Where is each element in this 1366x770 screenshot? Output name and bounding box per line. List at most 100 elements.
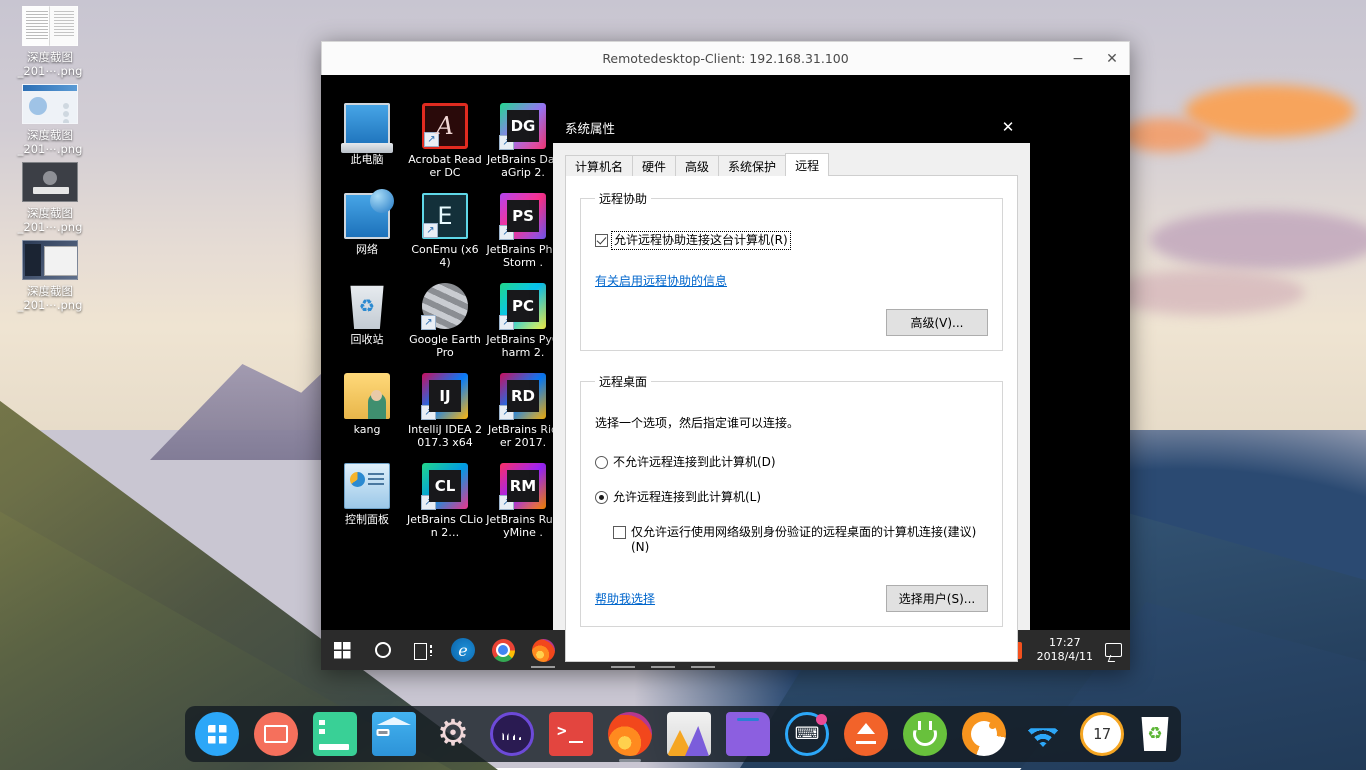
allow-remote-row[interactable]: 允许远程连接到此计算机(L) bbox=[595, 490, 988, 505]
file-label-line1: 深度截图 bbox=[0, 128, 100, 142]
dialog-titlebar[interactable]: 系统属性 ✕ bbox=[553, 111, 1030, 143]
desktop-icon-label: IntelliJ IDEA 2017.3 x64 bbox=[407, 423, 483, 449]
desktop-icon-datagrip[interactable]: ↗ JetBrains DataGrip 2. bbox=[485, 93, 561, 183]
deny-remote-row[interactable]: 不允许远程连接到此计算机(D) bbox=[595, 455, 988, 470]
desktop-icon-acrobat-reader[interactable]: ↗ Acrobat Reader DC bbox=[407, 93, 483, 183]
allow-remote-radio[interactable] bbox=[595, 491, 608, 504]
recycle-bin-icon bbox=[344, 283, 390, 329]
desktop-icon-rubymine[interactable]: ↗ JetBrains RubyMine . bbox=[485, 453, 561, 543]
dock-launcher[interactable] bbox=[195, 712, 239, 756]
cloud-decoration bbox=[1120, 118, 1210, 152]
desktop-file-item[interactable]: 深度截图 _201⋯.png bbox=[0, 0, 100, 78]
jetbrains-datagrip-icon: ↗ bbox=[500, 103, 546, 149]
shortcut-arrow-icon: ↗ bbox=[499, 135, 514, 150]
allow-remote-label[interactable]: 允许远程连接到此计算机(L) bbox=[613, 490, 761, 505]
desktop-file-label: 深度截图 _201⋯.png bbox=[0, 128, 100, 156]
rdp-titlebar[interactable]: Remotedesktop-Client: 192.168.31.100 − ✕ bbox=[321, 41, 1130, 75]
file-label-line2: _201⋯.png bbox=[0, 64, 100, 78]
desktop-icon-network[interactable]: 网络 bbox=[329, 183, 405, 273]
tab-system-protection[interactable]: 系统保护 bbox=[718, 155, 786, 176]
dock-file-manager[interactable] bbox=[313, 712, 357, 756]
desktop-icon-kang-folder[interactable]: kang bbox=[329, 363, 405, 453]
remote-desktop-hint: 选择一个选项，然后指定谁可以连接。 bbox=[595, 414, 988, 431]
desktop-icon-rider[interactable]: ↗ JetBrains Rider 2017. bbox=[485, 363, 561, 453]
desktop-icon-phpstorm[interactable]: ↗ JetBrains PhpStorm . bbox=[485, 183, 561, 273]
desktop-icon-control-panel[interactable]: 控制面板 bbox=[329, 453, 405, 543]
tab-computer-name[interactable]: 计算机名 bbox=[565, 155, 633, 176]
dock-control-center[interactable] bbox=[431, 712, 475, 756]
dock-system-monitor[interactable] bbox=[490, 712, 534, 756]
screenshot-thumbnail bbox=[22, 6, 78, 46]
allow-remote-assistance-checkbox[interactable] bbox=[595, 234, 608, 247]
dialog-close-button[interactable]: ✕ bbox=[986, 111, 1030, 143]
tab-remote[interactable]: 远程 bbox=[785, 153, 829, 176]
cloud-decoration bbox=[1185, 85, 1355, 137]
nla-checkbox[interactable] bbox=[613, 526, 626, 539]
shortcut-arrow-icon: ↗ bbox=[499, 495, 514, 510]
screenshot-thumbnail bbox=[22, 162, 78, 202]
dock-dev-tool[interactable] bbox=[726, 712, 770, 756]
allow-remote-assistance-label[interactable]: 允许远程协助连接这台计算机(R) bbox=[613, 233, 789, 248]
tab-advanced[interactable]: 高级 bbox=[675, 155, 719, 176]
minimize-button[interactable]: − bbox=[1061, 42, 1095, 75]
dock-eject[interactable] bbox=[844, 712, 888, 756]
dock-show-desktop[interactable] bbox=[254, 712, 298, 756]
desktop-icon-clion[interactable]: ↗ JetBrains CLion 2… bbox=[407, 453, 483, 543]
google-earth-pro-icon: ↗ bbox=[422, 283, 468, 329]
desktop-icon-this-pc[interactable]: 此电脑 bbox=[329, 93, 405, 183]
clock-time: 17:27 bbox=[1037, 636, 1093, 650]
dock-disc-burner[interactable] bbox=[962, 712, 1006, 756]
remote-desktop-client-window: Remotedesktop-Client: 192.168.31.100 − ✕… bbox=[321, 41, 1130, 670]
desktop-icon-recycle-bin[interactable]: 回收站 bbox=[329, 273, 405, 363]
dock-firefox[interactable] bbox=[608, 712, 652, 756]
shortcut-arrow-icon: ↗ bbox=[423, 223, 438, 238]
desktop-icon-label: JetBrains RubyMine . bbox=[485, 513, 561, 539]
remote-desktop-group: 远程桌面 选择一个选项，然后指定谁可以连接。 不允许远程连接到此计算机(D) 允… bbox=[580, 373, 1003, 627]
nla-row[interactable]: 仅允许运行使用网络级别身份验证的远程桌面的计算机连接(建议)(N) bbox=[613, 525, 988, 555]
desktop-icon-conemu[interactable]: ↗ ConEmu (x64) bbox=[407, 183, 483, 273]
dock-image-viewer[interactable] bbox=[667, 712, 711, 756]
desktop-icon-intellij-idea[interactable]: ↗ IntelliJ IDEA 2017.3 x64 bbox=[407, 363, 483, 453]
shortcut-arrow-icon: ↗ bbox=[499, 225, 514, 240]
cortana-button[interactable] bbox=[363, 630, 403, 670]
file-label-line2: _201⋯.png bbox=[0, 142, 100, 156]
taskbar-clock[interactable]: 17:27 2018/4/11 bbox=[1027, 636, 1103, 664]
desktop-file-item[interactable]: 深度截图 _201⋯.png bbox=[0, 156, 100, 234]
desktop-icon-pycharm[interactable]: ↗ JetBrains PyCharm 2. bbox=[485, 273, 561, 363]
dock-app-store[interactable] bbox=[372, 712, 416, 756]
start-button[interactable] bbox=[321, 630, 363, 670]
nla-label[interactable]: 仅允许运行使用网络级别身份验证的远程桌面的计算机连接(建议)(N) bbox=[631, 525, 988, 555]
dock-power[interactable] bbox=[903, 712, 947, 756]
allow-remote-assistance-row[interactable]: 允许远程协助连接这台计算机(R) bbox=[595, 233, 988, 248]
screenshot-thumbnail bbox=[22, 240, 78, 280]
edge-taskbar-button[interactable]: e bbox=[443, 630, 483, 670]
tab-hardware[interactable]: 硬件 bbox=[632, 155, 676, 176]
remote-assistance-info-link[interactable]: 有关启用远程协助的信息 bbox=[595, 274, 727, 288]
dock-wifi[interactable] bbox=[1021, 712, 1065, 756]
close-button[interactable]: ✕ bbox=[1095, 42, 1129, 75]
advanced-button[interactable]: 高级(V)... bbox=[886, 309, 988, 336]
rdp-remote-screen[interactable]: 此电脑 ↗ Acrobat Reader DC ↗ JetBrains Data… bbox=[321, 75, 1130, 670]
deepin-dock bbox=[185, 706, 1181, 762]
desktop-file-item[interactable]: 深度截图 _201⋯.png bbox=[0, 234, 100, 312]
desktop-icon-google-earth[interactable]: ↗ Google Earth Pro bbox=[407, 273, 483, 363]
deny-remote-label[interactable]: 不允许远程连接到此计算机(D) bbox=[613, 455, 776, 470]
select-users-button[interactable]: 选择用户(S)... bbox=[886, 585, 988, 612]
dock-terminal[interactable] bbox=[549, 712, 593, 756]
dock-clock[interactable] bbox=[1080, 712, 1124, 756]
firefox-taskbar-button[interactable] bbox=[523, 630, 563, 670]
dock-trash[interactable] bbox=[1139, 717, 1171, 751]
desktop-file-label: 深度截图 _201⋯.png bbox=[0, 284, 100, 312]
task-view-button[interactable] bbox=[403, 630, 443, 670]
help-me-choose-link[interactable]: 帮助我选择 bbox=[595, 590, 655, 607]
dialog-title: 系统属性 bbox=[565, 118, 615, 137]
desktop-icon-label: 控制面板 bbox=[329, 513, 405, 526]
action-center-button[interactable] bbox=[1105, 643, 1122, 657]
shortcut-arrow-icon: ↗ bbox=[424, 132, 439, 147]
cortana-circle-icon bbox=[375, 642, 391, 658]
deny-remote-radio[interactable] bbox=[595, 456, 608, 469]
dock-input-method[interactable] bbox=[785, 712, 829, 756]
desktop-file-item[interactable]: 深度截图 _201⋯.png bbox=[0, 78, 100, 156]
jetbrains-phpstorm-icon: ↗ bbox=[500, 193, 546, 239]
chrome-taskbar-button[interactable] bbox=[483, 630, 523, 670]
